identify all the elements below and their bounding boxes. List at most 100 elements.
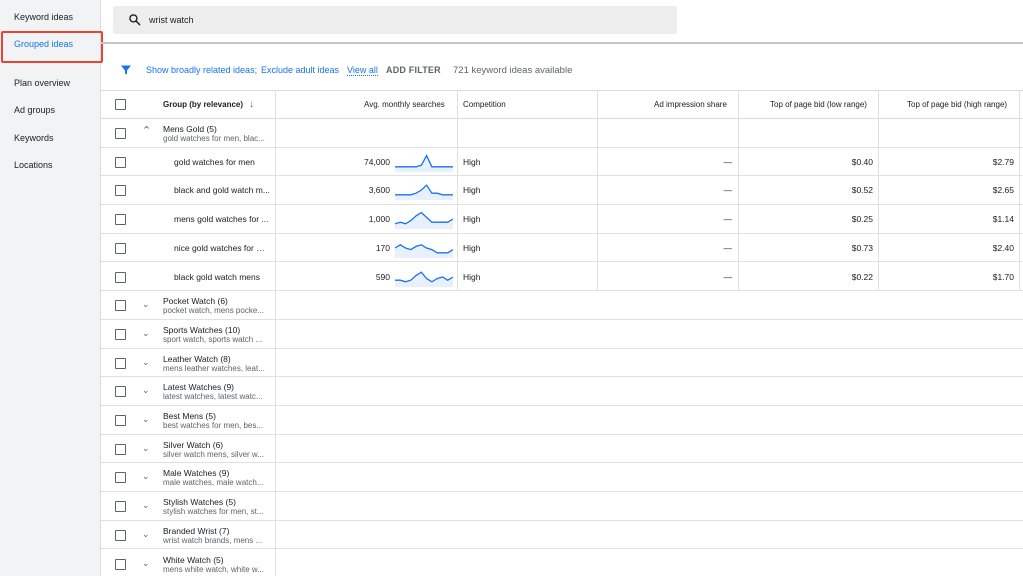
chevron-down-icon[interactable]: ⌄ [142, 385, 150, 396]
row-checkbox[interactable] [115, 214, 126, 226]
trend-sparkline [395, 153, 453, 172]
bid-low-value: $0.22 [851, 271, 873, 282]
group-name: Latest Watches (9) [163, 382, 235, 393]
competition-value: High [463, 242, 481, 253]
search-input[interactable] [149, 12, 649, 28]
row-checkbox[interactable] [115, 242, 126, 254]
sidebar-item-ad-groups[interactable]: Ad groups [14, 105, 55, 115]
filter-bar: Show broadly related ideas; Exclude adul… [101, 60, 1023, 80]
bid-low-value: $0.40 [851, 156, 873, 167]
bid-high-value: $2.65 [992, 185, 1014, 196]
chevron-up-icon[interactable]: ⌃ [142, 124, 151, 137]
row-checkbox[interactable] [115, 443, 126, 455]
group-name: Silver Watch (6) [163, 439, 224, 450]
sidebar-item-plan-overview[interactable]: Plan overview [14, 78, 70, 88]
trend-sparkline [395, 243, 453, 258]
row-checkbox[interactable] [115, 415, 126, 426]
competition-value: High [463, 214, 481, 225]
group-name: Mens Gold (5) [163, 124, 217, 134]
keyword-count-text: 721 keyword ideas available [453, 65, 573, 76]
table-row-group[interactable]: ⌄ White Watch (5) mens white watch, white … [101, 550, 1023, 576]
sidebar-item-locations[interactable]: Locations [14, 160, 53, 170]
table-row-group[interactable]: ⌄ Male Watches (9) male watches, male watc… [101, 463, 1023, 493]
header-bid-low[interactable]: Top of page bid (low range) [770, 100, 867, 109]
filter-icon[interactable] [120, 64, 132, 76]
keyword-text: gold watches for men [174, 156, 255, 167]
row-checkbox[interactable] [115, 271, 126, 283]
group-name: Male Watches (9) [163, 468, 230, 479]
sparkline-area [395, 155, 453, 172]
header-searches[interactable]: Avg. monthly searches [364, 100, 445, 109]
chevron-down-icon[interactable]: ⌄ [142, 500, 150, 511]
table-row-group[interactable]: ⌄ Sports Watches (10) sport watch, sports … [101, 320, 1023, 349]
row-checkbox[interactable] [115, 128, 126, 139]
column-divider [878, 90, 879, 290]
keyword-text: mens gold watches for ... [174, 214, 269, 225]
view-all-link[interactable]: View all [347, 65, 378, 76]
table-row-keyword[interactable]: black and gold watch m... 3,600 High — $0.52… [101, 176, 1023, 206]
group-name: Leather Watch (8) [163, 353, 231, 364]
search-bar[interactable] [113, 6, 677, 34]
chevron-down-icon[interactable]: ⌄ [142, 443, 150, 454]
row-checkbox[interactable] [115, 357, 126, 369]
avg-monthly-searches: 3,600 [368, 185, 390, 196]
competition-value: High [463, 271, 481, 282]
ad-impression-share-value: — [723, 242, 733, 253]
chevron-down-icon[interactable]: ⌄ [142, 328, 150, 339]
select-all-checkbox[interactable] [115, 99, 126, 110]
show-broadly-related-link[interactable]: Show broadly related ideas; [146, 65, 257, 75]
keyword-text: nice gold watches for m... [174, 242, 270, 253]
row-checkbox[interactable] [115, 529, 126, 541]
table-row-group[interactable]: ⌄ Leather Watch (8) mens leather watches, … [101, 349, 1023, 378]
group-name: Pocket Watch (6) [163, 296, 228, 307]
header-impression-share[interactable]: Ad impression share [654, 100, 727, 109]
header-competition[interactable]: Competition [463, 100, 506, 109]
header-group[interactable]: Group (by relevance) [163, 100, 243, 109]
row-checkbox[interactable] [115, 501, 126, 513]
column-divider [1019, 90, 1020, 290]
row-checkbox[interactable] [115, 185, 126, 197]
group-keywords-preview: pocket watch, mens pocke... [163, 306, 264, 316]
group-keywords-preview: mens leather watches, leat... [163, 363, 265, 373]
chevron-down-icon[interactable]: ⌄ [142, 471, 150, 482]
add-filter-button[interactable]: ADD FILTER [386, 65, 441, 75]
chevron-down-icon[interactable]: ⌄ [142, 357, 150, 368]
competition-value: High [463, 156, 481, 167]
group-keywords-preview: gold watches for men, blac... [163, 134, 265, 143]
chevron-down-icon[interactable]: ⌄ [142, 414, 150, 425]
table-row-group-expanded[interactable]: ⌃ Mens Gold (5) gold watches for men, blac… [101, 119, 1023, 148]
exclude-adult-ideas-link[interactable]: Exclude adult ideas [261, 65, 339, 75]
table-row-group[interactable]: ⌄ Stylish Watches (5) stylish watches for … [101, 492, 1023, 521]
sidebar-item-keyword-ideas[interactable]: Keyword ideas [14, 12, 73, 22]
table-row-group[interactable]: ⌄ Best Mens (5) best watches for men, bes.… [101, 406, 1023, 435]
table-row-keyword[interactable]: black gold watch mens 590 High — $0.22 $1.70 [101, 263, 1023, 292]
search-icon [129, 14, 141, 26]
bid-high-value: $2.79 [992, 156, 1014, 167]
table-row-group[interactable]: ⌄ Branded Wrist (7) wrist watch brands, me… [101, 521, 1023, 550]
table-row-keyword[interactable]: gold watches for men 74,000 High — $0.40 $2.7… [101, 148, 1023, 177]
sort-arrow-down-icon[interactable]: ↓ [249, 99, 254, 110]
keyword-text: black gold watch mens [174, 271, 260, 282]
sidebar: Keyword ideas Grouped ideas Plan overvie… [0, 0, 101, 576]
row-checkbox[interactable] [115, 558, 126, 570]
row-checkbox[interactable] [115, 300, 126, 312]
table-row-keyword[interactable]: mens gold watches for ... 1,000 High — $0.25… [101, 205, 1023, 234]
chevron-down-icon[interactable]: ⌄ [142, 299, 150, 310]
chevron-down-icon[interactable]: ⌄ [142, 558, 150, 569]
chevron-down-icon[interactable]: ⌄ [142, 529, 150, 540]
header-bid-high[interactable]: Top of page bid (high range) [907, 100, 1007, 109]
table-row-group[interactable]: ⌄ Silver Watch (6) silver watch mens, silv… [101, 435, 1023, 464]
table-row-group[interactable]: ⌄ Latest Watches (9) latest watches, lates… [101, 377, 1023, 406]
column-divider [738, 90, 739, 290]
sidebar-item-keywords[interactable]: Keywords [14, 133, 54, 143]
row-checkbox[interactable] [115, 386, 126, 398]
table-row-group[interactable]: ⌄ Pocket Watch (6) pocket watch, mens pock… [101, 291, 1023, 320]
table-row-keyword[interactable]: nice gold watches for m... 170 High — $0.73 $… [101, 234, 1023, 263]
column-divider [457, 90, 458, 290]
row-checkbox[interactable] [115, 328, 126, 340]
bid-low-value: $0.52 [851, 185, 873, 196]
row-checkbox[interactable] [115, 472, 126, 484]
row-checkbox[interactable] [115, 156, 126, 168]
keyword-text: black and gold watch m... [174, 185, 270, 196]
column-divider [275, 90, 276, 576]
